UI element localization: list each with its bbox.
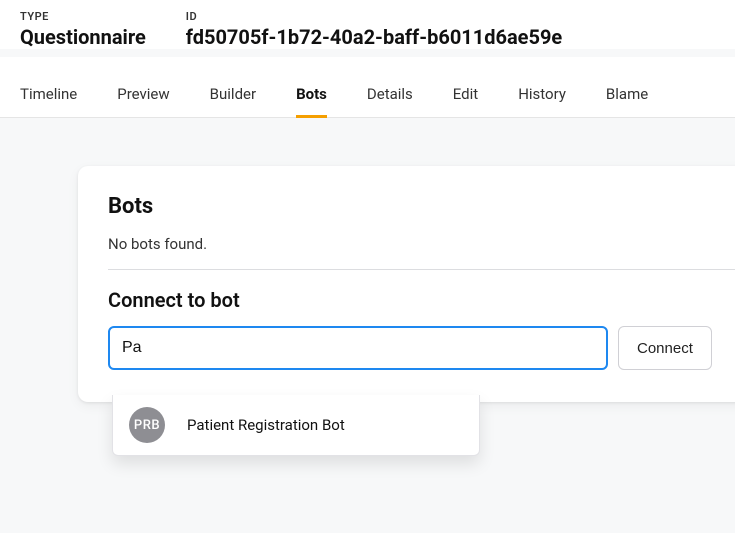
- meta-type-value: Questionnaire: [20, 25, 146, 49]
- bots-heading: Bots: [108, 194, 735, 219]
- tab-preview[interactable]: Preview: [117, 75, 169, 117]
- bots-card: Bots No bots found. Connect to bot Conne…: [78, 166, 735, 402]
- autocomplete-dropdown: PRB Patient Registration Bot: [112, 395, 480, 456]
- tab-blame[interactable]: Blame: [606, 75, 648, 117]
- connect-button[interactable]: Connect: [618, 326, 712, 370]
- tab-edit[interactable]: Edit: [453, 75, 478, 117]
- autocomplete-option[interactable]: PRB Patient Registration Bot: [113, 395, 479, 455]
- tab-builder[interactable]: Builder: [210, 75, 256, 117]
- tab-bots[interactable]: Bots: [296, 75, 327, 117]
- tab-timeline[interactable]: Timeline: [20, 75, 77, 117]
- meta-id: ID fd50705f-1b72-40a2-baff-b6011d6ae59e: [186, 10, 562, 49]
- meta-id-value: fd50705f-1b72-40a2-baff-b6011d6ae59e: [186, 25, 562, 49]
- meta-type-label: TYPE: [20, 10, 146, 23]
- tab-history[interactable]: History: [518, 75, 566, 117]
- tab-bar: Timeline Preview Builder Bots Details Ed…: [0, 57, 735, 118]
- bots-empty-text: No bots found.: [108, 235, 735, 253]
- bot-search-input[interactable]: [108, 326, 608, 370]
- connect-heading: Connect to bot: [108, 288, 735, 312]
- resource-header: TYPE Questionnaire ID fd50705f-1b72-40a2…: [0, 0, 735, 49]
- meta-type: TYPE Questionnaire: [20, 10, 146, 49]
- avatar: PRB: [129, 407, 165, 443]
- meta-id-label: ID: [186, 10, 562, 23]
- autocomplete-option-label: Patient Registration Bot: [187, 416, 345, 434]
- tab-details[interactable]: Details: [367, 75, 413, 117]
- divider: [108, 269, 735, 270]
